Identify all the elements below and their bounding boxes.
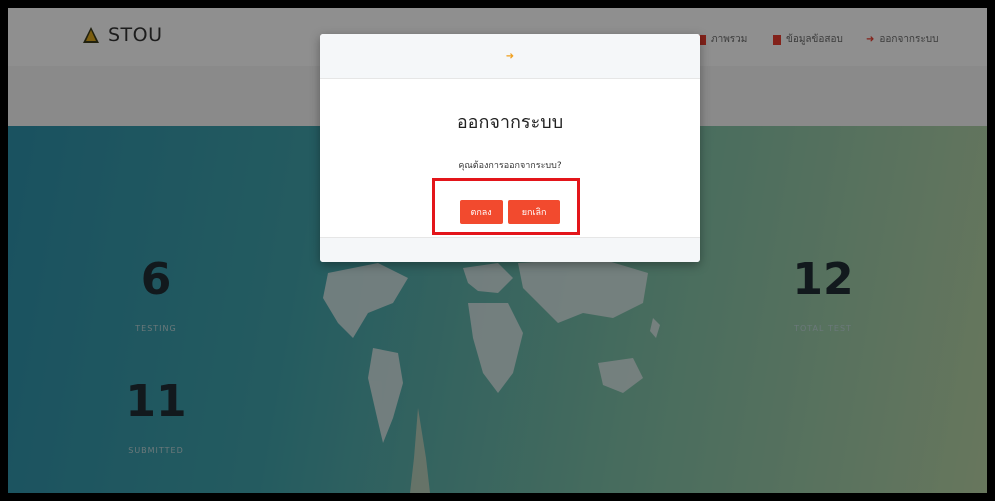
logout-icon: ➜ <box>505 50 515 62</box>
modal-title: ออกจากระบบ <box>456 112 564 133</box>
modal-footer <box>320 237 700 262</box>
modal-message: คุณต้องการออกจากระบบ? <box>458 161 562 171</box>
app-frame: STOU ภาพรวม ข้อมูลข้อสอบ ➜ ออกจากระบบ 6 … <box>8 8 987 493</box>
annotation-highlight-box <box>432 178 580 235</box>
modal-header: ➜ <box>320 34 700 79</box>
